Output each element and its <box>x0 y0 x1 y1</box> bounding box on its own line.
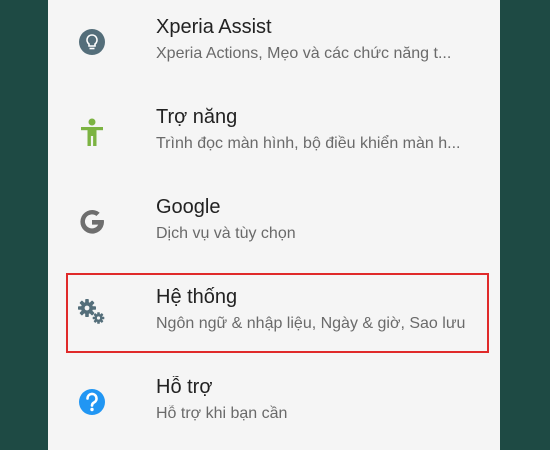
item-subtitle: Trình đọc màn hình, bộ điều khiển màn h.… <box>156 135 461 152</box>
item-subtitle: Xperia Actions, Mẹo và các chức năng t..… <box>156 45 452 62</box>
item-title: Google <box>156 196 221 218</box>
settings-item-accessibility[interactable]: Trợ năng Trình đọc màn hình, bộ điều khi… <box>48 87 500 177</box>
settings-panel: Xperia Assist Xperia Actions, Mẹo và các… <box>48 0 500 450</box>
item-title: Hệ thống <box>156 286 238 308</box>
item-subtitle: Dịch vụ và tùy chọn <box>156 225 296 242</box>
item-title: Hỗ trợ <box>156 376 213 398</box>
lightbulb-icon <box>74 24 110 60</box>
settings-item-system[interactable]: Hệ thống Ngôn ngữ & nhập liệu, Ngày & gi… <box>48 267 500 357</box>
gears-icon <box>74 294 110 330</box>
settings-item-xperia-assist[interactable]: Xperia Assist Xperia Actions, Mẹo và các… <box>48 0 500 87</box>
item-title: Trợ năng <box>156 106 238 128</box>
google-icon <box>74 204 110 240</box>
item-subtitle: Ngôn ngữ & nhập liệu, Ngày & giờ, Sao lư… <box>156 315 466 332</box>
settings-item-help[interactable]: Hỗ trợ Hỗ trợ khi bạn cần <box>48 357 500 447</box>
help-icon <box>74 384 110 420</box>
accessibility-icon <box>74 114 110 150</box>
settings-item-google[interactable]: Google Dịch vụ và tùy chọn <box>48 177 500 267</box>
item-subtitle: Hỗ trợ khi bạn cần <box>156 405 288 422</box>
item-title: Xperia Assist <box>156 16 272 38</box>
